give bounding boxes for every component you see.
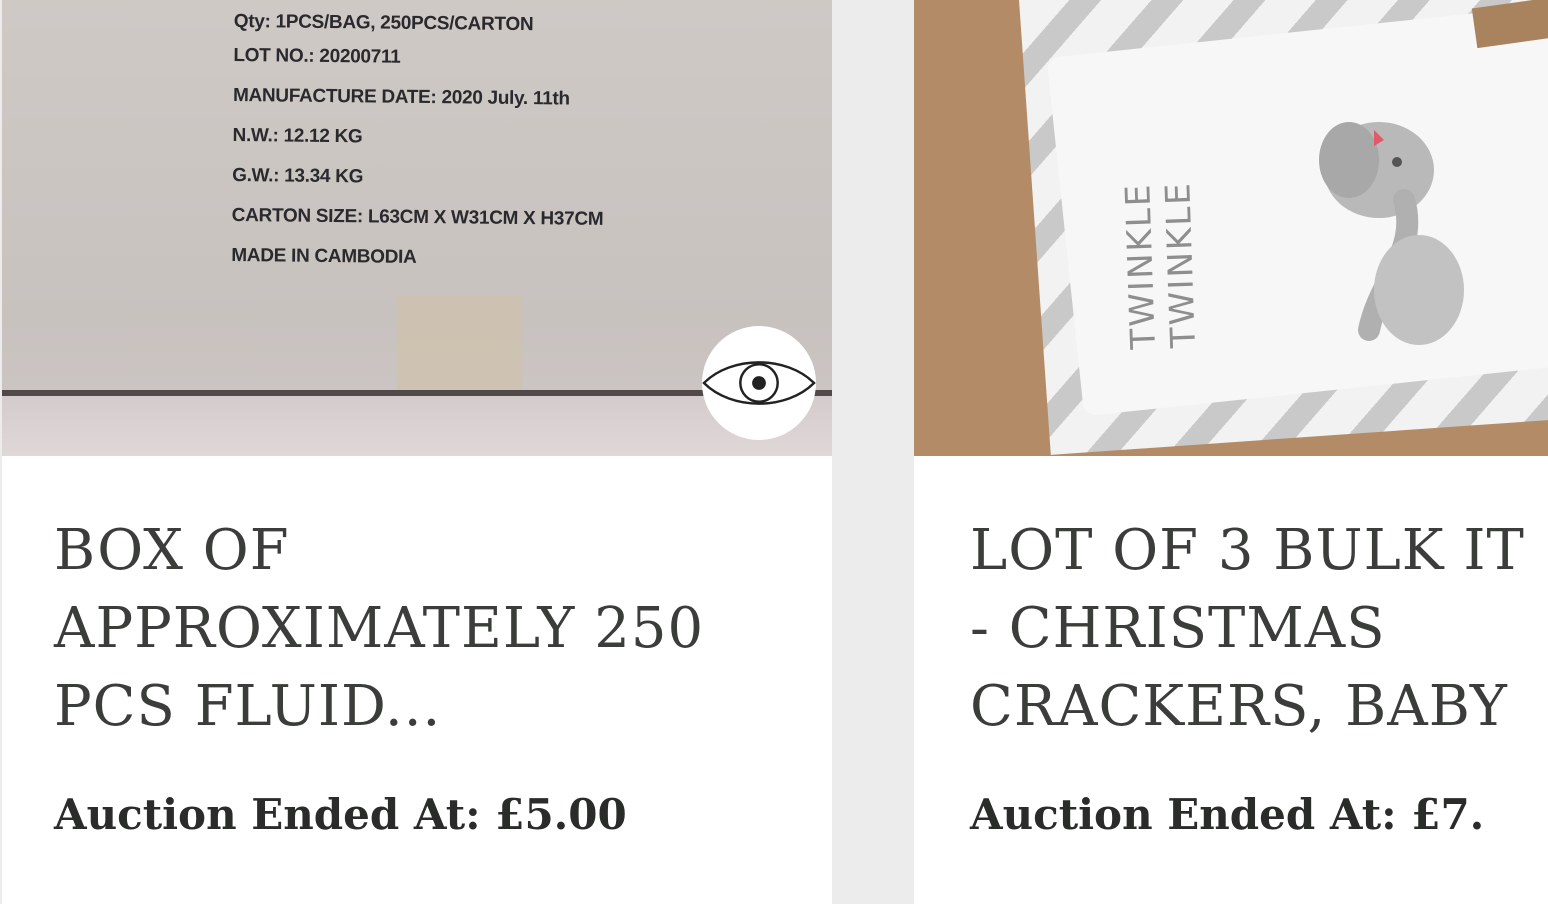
carton-label-line: Qty: 1PCS/BAG, 250PCS/CARTON [233, 10, 534, 36]
carton-label-line: G.W.: 13.34 KG [232, 164, 364, 188]
auction-card[interactable]: TWINKLE TWINKLE LOT OF 3 BULK IT - CHRIS… [914, 0, 1548, 904]
carton-label-line: MADE IN CAMBODIA [231, 244, 417, 268]
card-title-line: CRACKERS, BABY [970, 674, 1508, 739]
auction-price: Auction Ended At: £7. [970, 790, 1485, 839]
carton-label: Qty: 1PCS/BAG, 250PCS/CARTON LOT NO.: 20… [231, 0, 605, 280]
card-title-line: BOX OF [54, 518, 290, 583]
carton-label-line: N.W.: 12.12 KG [232, 124, 363, 148]
listing-grid: Qty: 1PCS/BAG, 250PCS/CARTON LOT NO.: 20… [0, 0, 1548, 904]
card-title-line: - CHRISTMAS [970, 596, 1386, 661]
card-title-line: LOT OF 3 BULK IT [970, 518, 1525, 583]
card-body: BOX OF APPROXIMATELY 250 PCS FLUID... [54, 512, 832, 746]
card-body: LOT OF 3 BULK IT - CHRISTMAS CRACKERS, B… [970, 512, 1548, 746]
tape-mark [397, 295, 522, 390]
carton-label-line: MANUFACTURE DATE: 2020 July. 11th [232, 84, 570, 110]
garment-print-line: TWINKLE [1158, 180, 1204, 349]
carton-label-line: CARTON SIZE: L63CM X W31CM X H37CM [231, 204, 604, 230]
carton-label-line: LOT NO.: 20200711 [233, 44, 401, 68]
product-image[interactable]: TWINKLE TWINKLE [914, 0, 1548, 456]
quick-view-button[interactable] [702, 326, 816, 440]
eye-icon [702, 361, 816, 405]
card-title-line: APPROXIMATELY 250 [54, 596, 705, 661]
card-title-line: PCS FLUID... [54, 674, 442, 739]
card-title[interactable]: LOT OF 3 BULK IT - CHRISTMAS CRACKERS, B… [970, 512, 1548, 746]
auction-price: Auction Ended At: £5.00 [54, 790, 627, 839]
garment-print-line: TWINKLE [1118, 182, 1164, 350]
card-title[interactable]: BOX OF APPROXIMATELY 250 PCS FLUID... [54, 512, 832, 746]
product-image[interactable]: Qty: 1PCS/BAG, 250PCS/CARTON LOT NO.: 20… [2, 0, 832, 456]
auction-card[interactable]: Qty: 1PCS/BAG, 250PCS/CARTON LOT NO.: 20… [2, 0, 832, 904]
garment-print-text: TWINKLE TWINKLE [1118, 181, 1204, 350]
elephant-icon [1319, 122, 1464, 345]
